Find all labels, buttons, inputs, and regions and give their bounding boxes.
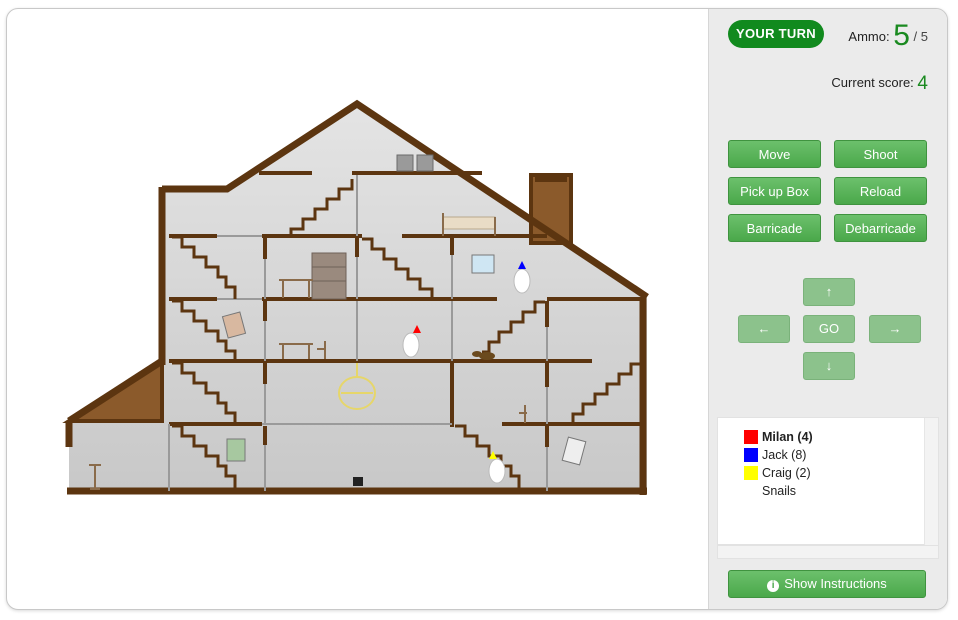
barricade-button[interactable]: Barricade: [728, 214, 821, 242]
score-label: Current score:: [831, 75, 914, 90]
player-name: Milan (4): [762, 430, 813, 444]
move-button[interactable]: Move: [728, 140, 821, 168]
arrow-down-icon: ↓: [825, 358, 833, 373]
move-down-button[interactable]: ↓: [803, 352, 855, 380]
horizontal-scrollbar[interactable]: [717, 545, 939, 559]
game-window: YOUR TURN Ammo: 5 / 5 Current score: 4 M…: [6, 8, 948, 610]
player-list: Milan (4) Jack (8) Craig (2) Snails: [717, 417, 939, 546]
ammo-max: / 5: [913, 29, 928, 44]
info-icon: i: [767, 580, 780, 592]
go-button[interactable]: GO: [803, 315, 855, 343]
shoot-button[interactable]: Shoot: [834, 140, 927, 168]
control-panel: YOUR TURN Ammo: 5 / 5 Current score: 4 M…: [708, 9, 947, 609]
item-box: [353, 477, 363, 486]
house-map[interactable]: [7, 9, 707, 609]
picture-frame: [226, 438, 246, 462]
player-name: Jack (8): [762, 448, 807, 462]
bookshelf: [311, 252, 347, 300]
score-display: Current score: 4: [831, 73, 928, 95]
player-color-swatch: [744, 466, 758, 480]
move-right-button[interactable]: →: [869, 315, 921, 343]
ammo-label: Ammo:: [848, 29, 890, 44]
arrow-right-icon: →: [888, 321, 902, 336]
ammo-counter: Ammo: 5 / 5: [848, 19, 928, 53]
player-color-swatch: [744, 430, 758, 444]
vertical-scrollbar[interactable]: [924, 418, 938, 546]
player-color-swatch: [744, 448, 758, 462]
game-board[interactable]: [7, 9, 707, 609]
turn-status-badge: YOUR TURN: [728, 20, 824, 48]
pick-up-box-button[interactable]: Pick up Box: [728, 177, 821, 205]
move-left-button[interactable]: ←: [738, 315, 790, 343]
arrow-left-icon: ←: [757, 321, 771, 336]
ammo-current: 5: [893, 19, 910, 52]
arrow-up-icon: ↑: [825, 284, 833, 299]
player-name: Craig (2): [762, 466, 811, 480]
debarricade-button[interactable]: Debarricade: [834, 214, 927, 242]
move-up-button[interactable]: ↑: [803, 278, 855, 306]
show-instructions-label: Show Instructions: [784, 576, 887, 591]
show-instructions-button[interactable]: i Show Instructions: [728, 570, 926, 598]
picture-frame: [471, 254, 495, 274]
score-value: 4: [917, 73, 928, 94]
player-name: Snails: [762, 484, 797, 498]
reload-button[interactable]: Reload: [834, 177, 927, 205]
